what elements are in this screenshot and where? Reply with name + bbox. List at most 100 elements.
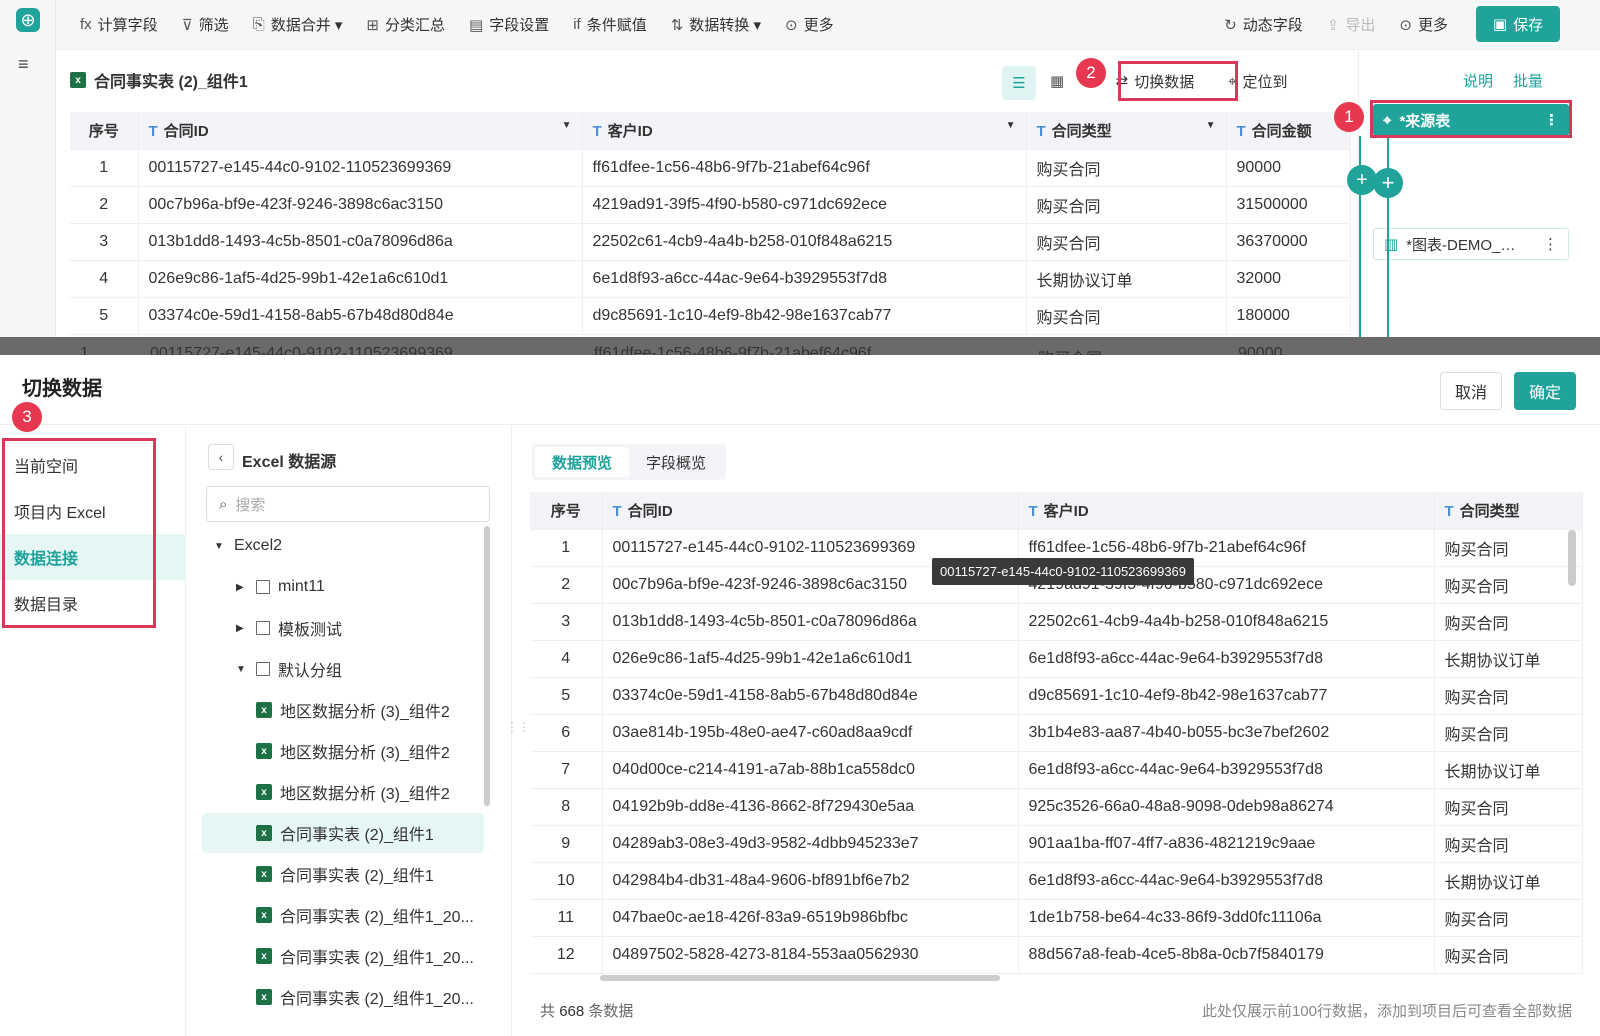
chart-node[interactable]: ▥ *图表-DEMO_… ⋮	[1373, 228, 1569, 260]
preview-tabs: 数据预览 字段概览	[532, 444, 726, 480]
expand-icon[interactable]: ▼	[236, 664, 248, 675]
more-icon: ⊙	[1399, 16, 1412, 34]
condition-icon: if	[573, 16, 581, 33]
preview-row[interactable]: 11 047bae0c-ae18-426f-83a9-6519b986bfbc 1d…	[530, 899, 1583, 937]
preview-column-header[interactable]: T 合同类型	[1434, 492, 1583, 530]
preview-cell: 长期协议订单	[1434, 640, 1583, 678]
tree-item[interactable]: x 合同事实表 (2)_组件1	[256, 854, 434, 894]
preview-row[interactable]: 10 042984b4-db31-48a4-9606-bf891bf6e7b2 6e…	[530, 862, 1583, 900]
tree-item[interactable]: x 地区数据分析 (3)_组件2	[256, 772, 450, 812]
toolbar-item-7[interactable]: ⊙ 更多	[773, 0, 846, 50]
excel-icon: x	[256, 989, 272, 1005]
table-row[interactable]: 1 00115727-e145-44c0-9102-110523699369 ff6…	[70, 149, 1351, 187]
tree-item[interactable]: ▼ 默认分组	[236, 649, 342, 689]
card-view-icon[interactable]: ▦	[1050, 72, 1064, 90]
more-button-right[interactable]: ⊙ 更多	[1387, 0, 1460, 50]
excel-icon: x	[256, 866, 272, 882]
tab-data-preview[interactable]: 数据预览	[535, 447, 629, 477]
tree-item[interactable]: x 合同事实表 (2)_组件1_20...	[256, 895, 474, 935]
toolbar-item-6[interactable]: ⇅ 数据转换 ▾	[659, 0, 773, 50]
preview-row[interactable]: 3 013b1dd8-1493-4c5b-8501-c0a78096d86a 225…	[530, 603, 1583, 641]
preview-cell: 11	[530, 899, 603, 937]
preview-vscroll[interactable]	[1568, 530, 1576, 586]
toolbar-item-0[interactable]: fx 计算字段	[68, 0, 170, 50]
column-header[interactable]: 序号	[70, 112, 139, 150]
column-header[interactable]: T 合同类型 ▼	[1026, 112, 1227, 150]
menu-icon[interactable]: ≡	[18, 54, 29, 75]
preview-column-header[interactable]: 序号	[530, 492, 603, 530]
tree-item[interactable]: x 合同事实表 (2)_组件1_20...	[256, 936, 474, 976]
column-header[interactable]: T 客户ID ▼	[582, 112, 1027, 150]
dialog-divider	[0, 424, 1600, 425]
preview-cell: 026e9c86-1af5-4d25-99b1-42e1a6c610d1	[602, 640, 1019, 678]
dropdown-icon[interactable]: ▼	[1206, 120, 1216, 131]
export-icon: ⇪	[1326, 16, 1340, 34]
expand-icon[interactable]: ▼	[214, 541, 226, 552]
preview-row[interactable]: 8 04192b9b-dd8e-4136-8662-8f729430e5aa 925…	[530, 788, 1583, 826]
cancel-button[interactable]: 取消	[1440, 372, 1502, 410]
tree-item[interactable]: ▼ Excel2	[214, 526, 282, 566]
dropdown-icon[interactable]: ▼	[1006, 120, 1016, 131]
tree-item[interactable]: x 合同事实表 (2)_组件1_20...	[256, 977, 474, 1017]
search-input[interactable]: ⌕ 搜索	[206, 486, 490, 522]
preview-row[interactable]: 12 04897502-5828-4273-8184-553aa0562930 88…	[530, 936, 1583, 974]
toolbar-item-4[interactable]: ▤ 字段设置	[457, 0, 561, 50]
table-row[interactable]: 3 013b1dd8-1493-4c5b-8501-c0a78096d86a 225…	[70, 223, 1351, 261]
explain-link[interactable]: 说明	[1463, 70, 1493, 91]
preview-hscroll[interactable]	[600, 975, 1000, 981]
resize-handle[interactable]: ⋮⋮	[506, 720, 530, 734]
preview-cell: 长期协议订单	[1434, 862, 1583, 900]
collapse-icon[interactable]: ▶	[236, 623, 248, 634]
preview-cell: 8	[530, 788, 603, 826]
preview-column-header[interactable]: T 合同ID	[602, 492, 1019, 530]
toolbar-item-3[interactable]: ⊞ 分类汇总	[354, 0, 457, 50]
export-button[interactable]: ⇪ 导出	[1315, 0, 1388, 50]
dynamic-field-button[interactable]: ↻ 动态字段	[1212, 0, 1315, 50]
add-node-button[interactable]: +	[1373, 168, 1403, 198]
toolbar-item-1[interactable]: ⊽ 筛选	[170, 0, 241, 50]
back-button[interactable]: ‹	[208, 444, 234, 470]
column-header[interactable]: T 合同金额	[1226, 112, 1351, 150]
tree-item[interactable]: ▶ 模板测试	[236, 608, 342, 648]
preview-row[interactable]: 6 03ae814b-195b-48e0-ae47-c60ad8aa9cdf 3b1…	[530, 714, 1583, 752]
add-icon[interactable]: ⊕	[16, 8, 40, 32]
toolbar-item-5[interactable]: if 条件赋值	[561, 0, 659, 50]
source-title: Excel 数据源	[242, 454, 337, 471]
column-header[interactable]: T 合同ID ▼	[138, 112, 583, 150]
save-button[interactable]: ▣ 保存	[1476, 6, 1560, 42]
table-row[interactable]: 2 00c7b96a-bf9e-423f-9246-3898c6ac3150 421…	[70, 186, 1351, 224]
tree-item[interactable]: x 地区数据分析 (3)_组件2	[256, 731, 450, 771]
top-data-table: 序号 T 合同ID ▼ T 客户ID ▼ T 合同类型 ▼ T 合同金额 1 00115727-e145…	[70, 112, 1351, 335]
preview-cell: 12	[530, 936, 603, 974]
preview-cell: 6e1d8f93-a6cc-44ac-9e64-b3929553f7d8	[1018, 640, 1435, 678]
tree-item[interactable]: x 地区数据分析 (3)_组件2	[256, 690, 450, 730]
table-row[interactable]: 5 03374c0e-59d1-4158-8ab5-67b48d80d84e d9c…	[70, 297, 1351, 335]
preview-row[interactable]: 5 03374c0e-59d1-4158-8ab5-67b48d80d84e d9c…	[530, 677, 1583, 715]
preview-cell: 04897502-5828-4273-8184-553aa0562930	[602, 936, 1019, 974]
tree-scrollbar[interactable]	[484, 526, 490, 806]
table-cell: 00115727-e145-44c0-9102-110523699369	[138, 149, 583, 187]
tree-item[interactable]: ▶ mint11	[236, 567, 325, 607]
preview-row[interactable]: 4 026e9c86-1af5-4d25-99b1-42e1a6c610d1 6e1…	[530, 640, 1583, 678]
batch-link[interactable]: 批量	[1513, 70, 1543, 91]
preview-row[interactable]: 7 040d00ce-c214-4191-a7ab-88b1ca558dc0 6e1…	[530, 751, 1583, 789]
preview-row[interactable]: 9 04289ab3-08e3-49d3-9582-4dbb945233e7 901…	[530, 825, 1583, 863]
preview-cell: 013b1dd8-1493-4c5b-8501-c0a78096d86a	[602, 603, 1019, 641]
table-view-icon[interactable]: ☰	[1002, 66, 1036, 100]
table-cell: 32000	[1226, 260, 1351, 298]
table-cell: 4219ad91-39f5-4f90-b580-c971dc692ece	[582, 186, 1027, 224]
toolbar-item-2[interactable]: ⎘ 数据合并 ▾	[241, 0, 355, 50]
excel-icon: x	[256, 948, 272, 964]
tree-item[interactable]: x 合同事实表 (2)_组件1	[202, 813, 484, 853]
dropdown-icon[interactable]: ▼	[562, 120, 572, 131]
preview-cell: 03374c0e-59d1-4158-8ab5-67b48d80d84e	[602, 677, 1019, 715]
confirm-button[interactable]: 确定	[1514, 372, 1576, 410]
collapse-icon[interactable]: ▶	[236, 582, 248, 593]
table-row[interactable]: 4 026e9c86-1af5-4d25-99b1-42e1a6c610d1 6e1…	[70, 260, 1351, 298]
preview-cell: 3	[530, 603, 603, 641]
node-menu-icon[interactable]: ⋮	[1543, 235, 1558, 253]
field-icon: ▤	[469, 16, 484, 34]
preview-column-header[interactable]: T 客户ID	[1018, 492, 1435, 530]
tab-field-overview[interactable]: 字段概览	[629, 447, 723, 477]
preview-cell: 6e1d8f93-a6cc-44ac-9e64-b3929553f7d8	[1018, 862, 1435, 900]
